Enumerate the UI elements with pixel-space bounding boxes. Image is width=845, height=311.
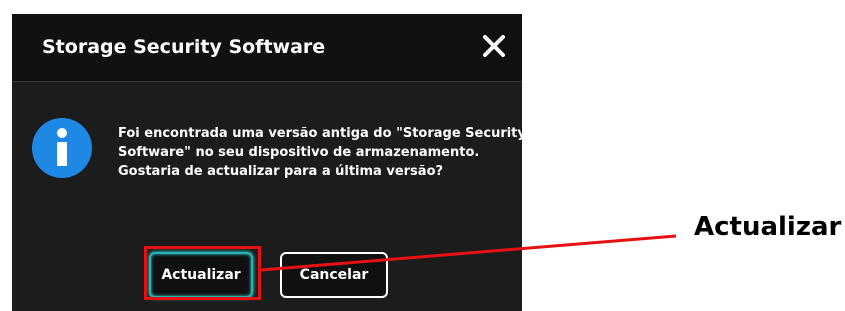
update-button[interactable]: Actualizar <box>149 252 253 298</box>
update-button-label: Actualizar <box>161 267 241 283</box>
dialog-message: Foi encontrada uma versão antiga do "Sto… <box>118 124 526 181</box>
cancel-button[interactable]: Cancelar <box>280 252 388 298</box>
close-icon[interactable] <box>481 33 507 59</box>
message-line: Foi encontrada uma versão antiga do "Sto… <box>118 126 526 141</box>
dialog-title: Storage Security Software <box>42 36 326 58</box>
info-icon <box>32 118 92 178</box>
message-line: Gostaria de actualizar para a última ver… <box>118 164 444 179</box>
dialog-header: Storage Security Software <box>12 14 522 82</box>
cancel-button-label: Cancelar <box>299 267 369 283</box>
callout-label: Actualizar <box>694 212 842 242</box>
message-line: Software" no seu dispositivo de armazena… <box>118 145 480 160</box>
storage-security-dialog: Storage Security Software Foi encontrada… <box>12 14 526 311</box>
